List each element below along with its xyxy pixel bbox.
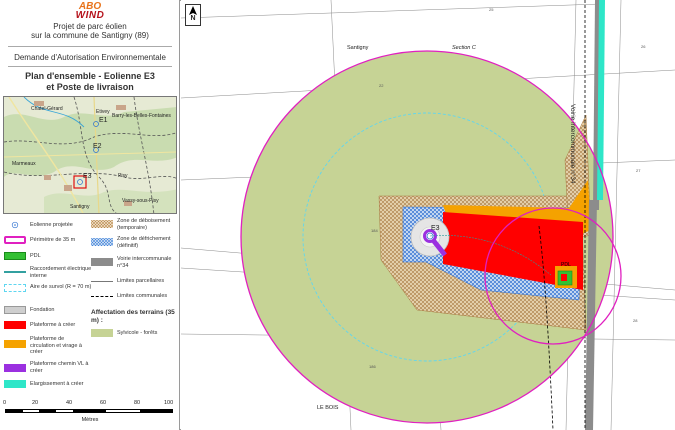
circulation-swatch: [4, 340, 26, 348]
eolienne-icon: [11, 221, 19, 229]
map-title-line-2: et Poste de livraison: [46, 82, 134, 92]
site-plan-graphic: [181, 0, 675, 430]
parcel-number: 25: [489, 7, 494, 12]
parcel-number: 186: [369, 364, 376, 369]
deboisement-swatch: [91, 220, 113, 228]
perimetre-swatch: [4, 236, 26, 244]
legend-defrichement: Zone de défrichement (définitif): [91, 236, 179, 250]
label-le-bois: LE BOIS: [317, 405, 339, 411]
legend-pdl: PDL: [4, 252, 94, 264]
legend-panel: ABO WIND Projet de parc éolien sur la co…: [0, 0, 180, 430]
legend-circulation: Plateforme de circulation et virage à cr…: [4, 336, 94, 356]
location-inset-map: Chatel-Gérard Etivey Barry-les-Belles-Fo…: [3, 96, 177, 214]
place-vassy: Vassy-sous-Pisy: [122, 198, 159, 204]
scale-tick: 20: [32, 400, 39, 406]
place-santigny: Santigny: [70, 204, 90, 210]
turbine-label-e2: E2: [93, 143, 102, 150]
voirie-swatch: [91, 258, 113, 266]
legend-eolienne: Eolienne projetée: [4, 221, 94, 233]
pdl-label: PDL: [561, 262, 571, 268]
request-label: Demande d'Autorisation Environnementale: [14, 53, 166, 62]
scale-unit: Mètres: [81, 417, 99, 423]
parcel-number: 184: [371, 228, 378, 233]
scale-tick: 40: [66, 400, 73, 406]
legend-plateforme: Plateforme à créer: [4, 321, 94, 333]
limites-parcellaires-swatch: [91, 281, 113, 282]
plateforme-swatch: [4, 321, 26, 329]
project-line-2: sur la commune de Santigny (89): [31, 31, 149, 40]
legend-perimetre: Périmètre de 35 m: [4, 236, 94, 248]
logo-wind: WIND: [75, 10, 105, 21]
legend-raccordement: Raccordement électrique interne: [4, 266, 94, 282]
scale-tick: 100: [164, 400, 174, 406]
place-etivey: Etivey: [96, 109, 110, 115]
turbine-label-e3: E3: [83, 173, 92, 180]
parcel-number: 27: [636, 168, 641, 173]
sylvicole-swatch: [91, 329, 113, 337]
label-section: Section C: [452, 45, 476, 51]
north-label: N: [190, 15, 196, 22]
parcel-number: 28: [633, 318, 638, 323]
legend-limites-parcellaires: Limites parcellaires: [91, 277, 179, 289]
defrichement-swatch: [91, 238, 113, 246]
legend-voirie: Voirie intercommunale n°34: [91, 256, 179, 270]
place-marmeaux: Marmeaux: [12, 161, 36, 167]
aire-survol-swatch: [4, 284, 26, 292]
fondation-swatch: [4, 306, 26, 314]
scale-tick: 80: [134, 400, 141, 406]
north-arrow-icon: N: [185, 4, 201, 26]
pdl-swatch: [4, 252, 26, 260]
legend-chemin: Plateforme chemin VL à créer: [4, 361, 94, 375]
map-title-line-1: Plan d'ensemble - Eolienne E3: [25, 71, 155, 81]
site-plan-map: N Santigny Section C LE BOIS Voirie inte…: [181, 0, 675, 430]
road-label: Voirie intercommunale n°34: [569, 104, 576, 184]
legend-elargissement: Elargissement à créer: [4, 380, 94, 392]
chemin-swatch: [4, 364, 26, 372]
separator: [8, 46, 172, 47]
raccordement-swatch: [4, 271, 26, 273]
affectation-title: Affectation des terrains (35 m) :: [91, 309, 175, 324]
place-barry: Barry-les-Belles-Fontaines: [112, 113, 171, 119]
scale-tick: 60: [100, 400, 107, 406]
legend-fondation: Fondation: [4, 306, 94, 318]
place-pisy: Pisy: [118, 173, 128, 179]
turbine-label-e1: E1: [99, 117, 108, 124]
place-chatel-gerard: Chatel-Gérard: [31, 106, 63, 112]
legend-limites-communales: Limites communales: [91, 292, 179, 304]
label-santigny: Santigny: [347, 45, 369, 51]
limites-communales-swatch: [91, 296, 113, 297]
scale-tick: 0: [3, 400, 7, 406]
legend-sylvicole: Sylvicole - forêts: [91, 329, 179, 341]
legend-aire-survol: Aire de survol (R = 70 m): [4, 284, 94, 300]
legend-deboisement: Zone de déboisement (temporaire): [91, 218, 179, 232]
turbine-label-e3: E3: [431, 225, 440, 232]
parcel-number: 22: [379, 83, 384, 88]
parcel-number: 26: [641, 44, 646, 49]
elargissement-swatch: [4, 380, 26, 388]
separator: [8, 66, 172, 67]
scale-bar: [5, 409, 173, 413]
project-line-1: Projet de parc éolien: [53, 22, 127, 31]
